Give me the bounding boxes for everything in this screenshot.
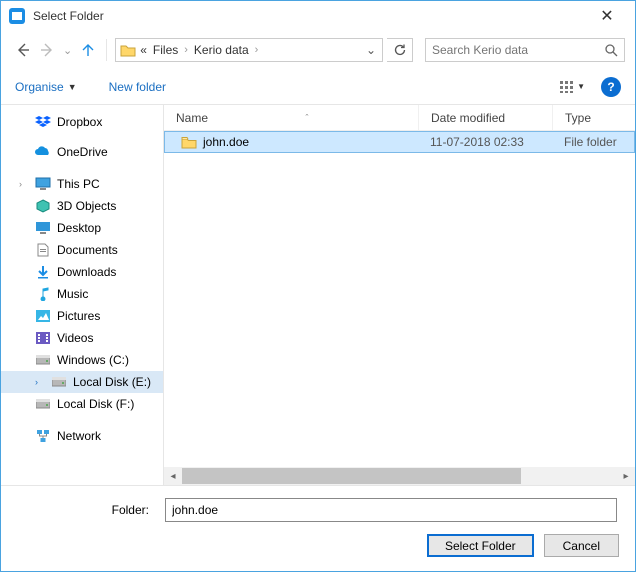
search-box[interactable] — [425, 38, 625, 62]
3d-objects-icon — [35, 198, 51, 214]
tree-label: Pictures — [57, 309, 100, 323]
view-button[interactable]: ▼ — [559, 80, 585, 94]
toolbar: Organise ▼ New folder ▼ ? — [1, 69, 635, 105]
column-name[interactable]: Name ˆ — [164, 105, 419, 130]
column-date-modified[interactable]: Date modified — [419, 105, 553, 130]
file-row[interactable]: john.doe 11-07-2018 02:33 File folder — [164, 131, 635, 153]
drive-icon — [35, 352, 51, 368]
scroll-right-icon[interactable]: ▸ — [617, 467, 635, 485]
help-button[interactable]: ? — [601, 77, 621, 97]
tree-label: 3D Objects — [57, 199, 116, 213]
cancel-button[interactable]: Cancel — [544, 534, 619, 557]
select-folder-button[interactable]: Select Folder — [427, 534, 534, 557]
close-icon[interactable]: ✕ — [587, 6, 627, 26]
tree-label: Dropbox — [57, 115, 102, 129]
titlebar: Select Folder ✕ — [1, 1, 635, 31]
chevron-down-icon: ▼ — [68, 82, 77, 92]
tree-label: Documents — [57, 243, 118, 257]
folder-icon — [120, 42, 136, 58]
back-button[interactable] — [13, 40, 33, 60]
file-list-pane: Name ˆ Date modified Type john.doe 11-07… — [164, 105, 635, 485]
organise-button[interactable]: Organise ▼ — [15, 80, 77, 94]
forward-button[interactable] — [37, 40, 57, 60]
tree-label: Local Disk (F:) — [57, 397, 134, 411]
tree-item-documents[interactable]: Documents — [1, 239, 163, 261]
new-folder-button[interactable]: New folder — [109, 80, 166, 94]
window-title: Select Folder — [33, 9, 587, 23]
folder-icon — [181, 136, 197, 149]
tree-item-pictures[interactable]: Pictures — [1, 305, 163, 327]
chevron-right-icon[interactable]: › — [182, 44, 190, 56]
breadcrumb[interactable]: Kerio data — [192, 43, 251, 57]
this-pc-icon — [35, 176, 51, 192]
file-rows[interactable]: john.doe 11-07-2018 02:33 File folder — [164, 131, 635, 467]
tree-label: Windows (C:) — [57, 353, 129, 367]
tree-item-drive-c[interactable]: Windows (C:) — [1, 349, 163, 371]
address-dropdown-icon[interactable]: ⌄ — [362, 43, 380, 57]
tree-item-music[interactable]: Music — [1, 283, 163, 305]
pictures-icon — [35, 308, 51, 324]
address-bar[interactable]: « Files › Kerio data › ⌄ — [115, 38, 383, 62]
tree-item-desktop[interactable]: Desktop — [1, 217, 163, 239]
tree-label: Local Disk (E:) — [73, 375, 151, 389]
body: › Dropbox › OneDrive › This PC 3D Object… — [1, 105, 635, 485]
tree-label: Downloads — [57, 265, 116, 279]
downloads-icon — [35, 264, 51, 280]
chevron-down-icon: ▼ — [577, 82, 585, 91]
tree-item-3d-objects[interactable]: 3D Objects — [1, 195, 163, 217]
tree-label: This PC — [57, 177, 100, 191]
view-icon — [559, 80, 575, 94]
tree-item-network[interactable]: › Network — [1, 425, 163, 447]
refresh-button[interactable] — [387, 38, 413, 62]
onedrive-icon — [35, 144, 51, 160]
tree-label: OneDrive — [57, 145, 108, 159]
drive-icon — [51, 374, 67, 390]
tree-label: Videos — [57, 331, 93, 345]
folder-label: Folder: — [17, 503, 157, 517]
column-type[interactable]: Type — [553, 105, 635, 130]
scroll-thumb[interactable] — [182, 468, 521, 484]
breadcrumb[interactable]: Files — [151, 43, 180, 57]
file-date: 11-07-2018 02:33 — [418, 135, 552, 149]
drive-icon — [35, 396, 51, 412]
tree-item-videos[interactable]: Videos — [1, 327, 163, 349]
tree-item-onedrive[interactable]: › OneDrive — [1, 141, 163, 163]
recent-locations-icon[interactable]: ⌄ — [61, 44, 74, 57]
documents-icon — [35, 242, 51, 258]
breadcrumb-prefix[interactable]: « — [138, 43, 149, 57]
tree-item-drive-e[interactable]: ›Local Disk (E:) — [1, 371, 163, 393]
folder-name-input[interactable] — [165, 498, 617, 522]
column-name-label: Name — [176, 111, 208, 125]
sort-indicator-icon: ˆ — [306, 113, 309, 123]
tree-item-drive-f[interactable]: Local Disk (F:) — [1, 393, 163, 415]
tree-label: Music — [57, 287, 88, 301]
file-type: File folder — [552, 135, 634, 149]
column-headers: Name ˆ Date modified Type — [164, 105, 635, 131]
tree-item-this-pc[interactable]: › This PC — [1, 173, 163, 195]
network-icon — [35, 428, 51, 444]
tree-item-dropbox[interactable]: › Dropbox — [1, 111, 163, 133]
chevron-right-icon[interactable]: › — [253, 44, 261, 56]
organise-label: Organise — [15, 80, 64, 94]
tree-label: Desktop — [57, 221, 101, 235]
up-button[interactable] — [78, 40, 98, 60]
tree-item-downloads[interactable]: Downloads — [1, 261, 163, 283]
search-input[interactable] — [432, 43, 604, 57]
tree-label: Network — [57, 429, 101, 443]
file-name: john.doe — [203, 135, 249, 149]
music-icon — [35, 286, 51, 302]
dropbox-icon — [35, 114, 51, 130]
dialog-footer: Folder: Select Folder Cancel — [1, 485, 635, 571]
scroll-left-icon[interactable]: ◂ — [164, 467, 182, 485]
videos-icon — [35, 330, 51, 346]
navigation-bar: ⌄ « Files › Kerio data › ⌄ — [1, 31, 635, 69]
scroll-track[interactable] — [182, 467, 617, 485]
horizontal-scrollbar[interactable]: ◂ ▸ — [164, 467, 635, 485]
desktop-icon — [35, 220, 51, 236]
navigation-tree[interactable]: › Dropbox › OneDrive › This PC 3D Object… — [1, 105, 164, 485]
search-icon[interactable] — [604, 43, 618, 57]
app-icon — [9, 8, 25, 24]
